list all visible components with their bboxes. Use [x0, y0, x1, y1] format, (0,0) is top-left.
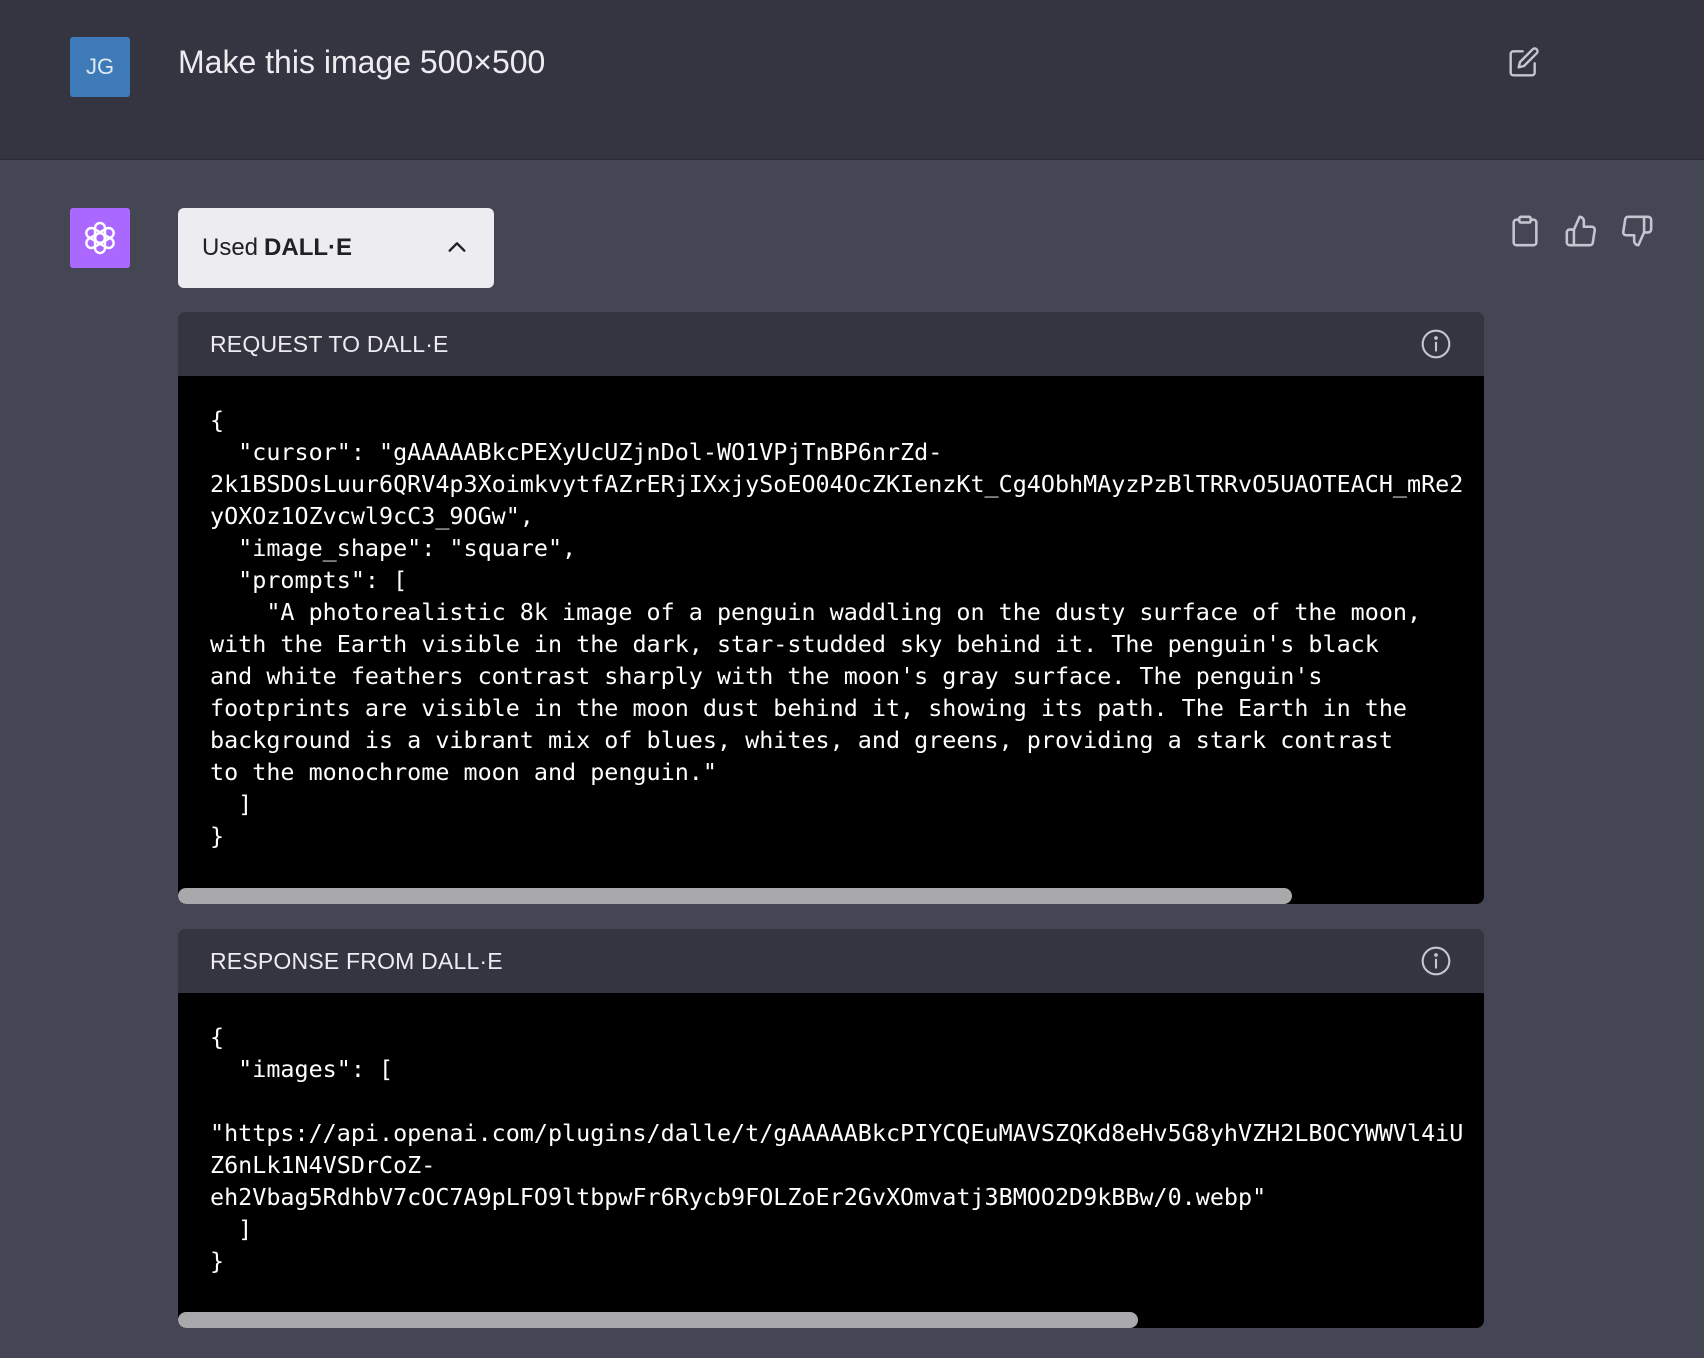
- chevron-up-icon: [448, 242, 466, 252]
- request-panel-header: REQUEST TO DALL·E: [178, 312, 1484, 376]
- used-prefix: Used: [202, 234, 259, 261]
- clipboard-icon[interactable]: [1508, 214, 1542, 248]
- info-icon[interactable]: [1420, 328, 1452, 360]
- response-panel: RESPONSE FROM DALL·E { "images": [ "http…: [178, 929, 1484, 1328]
- openai-logo-icon: [85, 221, 115, 255]
- assistant-avatar: [70, 208, 130, 268]
- used-tool-name: DALL·E: [264, 234, 353, 261]
- edit-icon[interactable]: [1508, 46, 1540, 78]
- request-code-block: { "cursor": "gAAAAABkcPEXyUcUZjnDol-WO1V…: [210, 406, 1464, 850]
- response-scrollbar-thumb[interactable]: [178, 1312, 1138, 1328]
- request-panel: REQUEST TO DALL·E { "cursor": "gAAAAABkc…: [178, 312, 1484, 904]
- user-message-row: JG Make this image 500×500: [0, 0, 1704, 160]
- user-message-text: Make this image 500×500: [178, 44, 546, 80]
- response-panel-header: RESPONSE FROM DALL·E: [178, 929, 1484, 993]
- thumbs-down-icon[interactable]: [1620, 214, 1654, 248]
- thumbs-up-icon[interactable]: [1564, 214, 1598, 248]
- message-actions: [1508, 214, 1656, 252]
- used-plugin-toggle[interactable]: Used DALL·E: [178, 208, 494, 288]
- response-code-block: { "images": [ "https://api.openai.com/pl…: [210, 1023, 1464, 1275]
- request-panel-title: REQUEST TO DALL·E: [210, 331, 449, 357]
- user-avatar: JG: [70, 37, 130, 97]
- request-horizontal-scrollbar[interactable]: [178, 888, 1484, 904]
- info-icon[interactable]: [1420, 945, 1452, 977]
- response-panel-title: RESPONSE FROM DALL·E: [210, 948, 503, 974]
- request-scrollbar-thumb[interactable]: [178, 888, 1293, 904]
- response-horizontal-scrollbar[interactable]: [178, 1312, 1484, 1328]
